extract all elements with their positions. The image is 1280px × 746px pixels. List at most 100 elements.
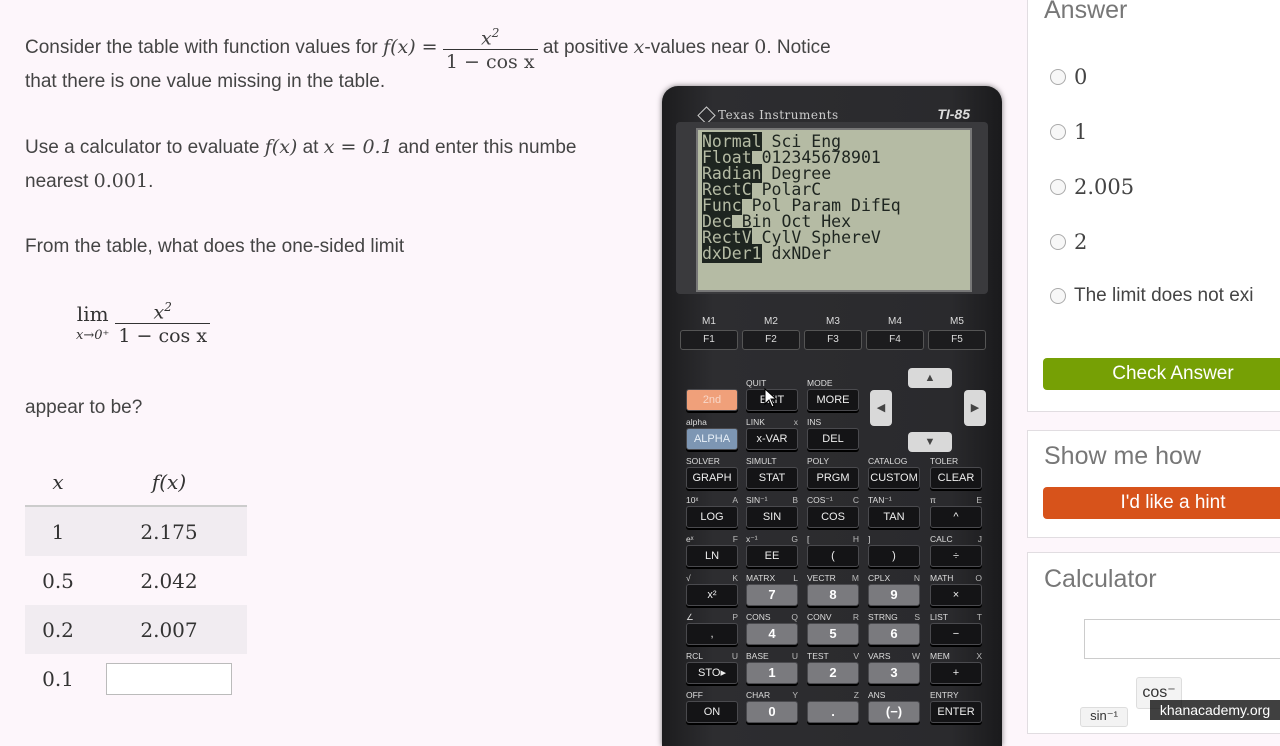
key-cell-del: INS DEL	[807, 417, 859, 450]
arrow-right-key[interactable]: ▶	[964, 390, 986, 426]
sin-key[interactable]: SIN	[746, 506, 798, 528]
del-key[interactable]: DEL	[807, 428, 859, 450]
key-secondary-labels: MATRX L	[746, 573, 798, 584]
stat-key[interactable]: STAT	[746, 467, 798, 489]
key-2nd-label: MODE	[807, 378, 833, 388]
radio-button[interactable]	[1050, 124, 1066, 140]
option-label: 1	[1074, 120, 1088, 144]
function-values-table: x f(x) 1 2.175 0.5 2.042 0.2 2.007 0.1	[25, 458, 247, 703]
key-2nd-label: √	[686, 573, 691, 583]
custom-key[interactable]: CUSTOM	[868, 467, 920, 489]
question-paragraph-1: Consider the table with function values …	[25, 22, 831, 74]
check-answer-button[interactable]: Check Answer	[1043, 358, 1280, 390]
sq-key[interactable]: x²	[686, 584, 738, 606]
answer-option[interactable]: 2.005	[1050, 175, 1134, 199]
key-2nd-label: ]	[868, 534, 871, 544]
f2-key[interactable]: F2	[742, 330, 800, 350]
add-key[interactable]: +	[930, 662, 982, 684]
radio-button[interactable]	[1050, 69, 1066, 85]
f5-key[interactable]: F5	[928, 330, 986, 350]
f4-key[interactable]: F4	[866, 330, 924, 350]
tan-key[interactable]: TAN	[868, 506, 920, 528]
arrow-up-key[interactable]: ▲	[908, 368, 952, 388]
fraction-numerator: x	[481, 27, 492, 50]
rpar-key[interactable]: )	[868, 545, 920, 567]
sub-key[interactable]: −	[930, 623, 982, 645]
k9-key[interactable]: 9	[868, 584, 920, 606]
mouse-cursor-icon	[764, 388, 778, 408]
option-label: 2	[1074, 230, 1088, 254]
f3-key[interactable]: F3	[804, 330, 862, 350]
k4-key[interactable]: 4	[746, 623, 798, 645]
key-cell-div: CALC J ÷	[930, 534, 982, 567]
radio-button[interactable]	[1050, 288, 1066, 304]
key-2nd-label: POLY	[807, 456, 830, 466]
key-2nd-label: ANS	[868, 690, 886, 700]
k1-key[interactable]: 1	[746, 662, 798, 684]
key-alpha-label: T	[976, 612, 982, 622]
mul-key[interactable]: ×	[930, 584, 982, 606]
k6-key[interactable]: 6	[868, 623, 920, 645]
arrow-down-key[interactable]: ▼	[908, 432, 952, 452]
key-alpha-label: O	[975, 573, 982, 583]
key-secondary-labels: ANS	[868, 690, 920, 701]
k8-key[interactable]: 8	[807, 584, 859, 606]
calculator-input[interactable]	[1084, 619, 1280, 659]
radio-button[interactable]	[1050, 179, 1066, 195]
f1-key[interactable]: F1	[680, 330, 738, 350]
ln-key[interactable]: LN	[686, 545, 738, 567]
k5-key[interactable]: 5	[807, 623, 859, 645]
alpha-key[interactable]: ALPHA	[686, 428, 738, 450]
key-secondary-labels: alpha	[686, 417, 738, 428]
key-alpha-label: N	[913, 573, 920, 583]
key-2nd-label: BASE	[746, 651, 769, 661]
key-2nd-label: ∠	[686, 612, 694, 622]
key-cell-comma: ∠ P,	[686, 612, 738, 645]
key-secondary-labels: TAN⁻¹	[868, 495, 920, 506]
cell-fx: 2.175	[91, 506, 247, 556]
key-cell-k2: TEST V 2	[807, 651, 859, 684]
cos-key[interactable]: COS	[807, 506, 859, 528]
div-key[interactable]: ÷	[930, 545, 982, 567]
key-secondary-labels: eˣ F	[686, 534, 738, 545]
key-cell-k2nd: 2nd	[686, 378, 738, 411]
ee-key[interactable]: EE	[746, 545, 798, 567]
pow-key[interactable]: ^	[930, 506, 982, 528]
calculator-model: TI-85	[937, 106, 970, 122]
numerator-exponent: 2	[491, 26, 500, 40]
more-key[interactable]: MORE	[807, 389, 859, 411]
k3-key[interactable]: 3	[868, 662, 920, 684]
limit-subscript: x→0⁺	[76, 327, 110, 343]
answer-option[interactable]: 1	[1050, 120, 1087, 144]
key-2nd-label: CONV	[807, 612, 832, 622]
answer-option[interactable]: 0	[1050, 65, 1087, 89]
hint-button[interactable]: I'd like a hint	[1043, 487, 1280, 519]
sto-key[interactable]: STO▸	[686, 662, 738, 684]
k2nd-key[interactable]: 2nd	[686, 389, 738, 411]
xvar-key[interactable]: x-VAR	[746, 428, 798, 450]
key-secondary-labels: STRNG S	[868, 612, 920, 623]
key-secondary-labels: CPLX N	[868, 573, 920, 584]
answer-option[interactable]: The limit does not exi	[1050, 285, 1254, 307]
prgm-key[interactable]: PRGM	[807, 467, 859, 489]
lpar-key[interactable]: (	[807, 545, 859, 567]
key-secondary-labels: ∠ P	[686, 612, 738, 623]
sin-inverse-key[interactable]: sin⁻¹	[1080, 707, 1128, 727]
comma-key[interactable]: ,	[686, 623, 738, 645]
arrow-left-key[interactable]: ◀	[870, 390, 892, 426]
radio-button[interactable]	[1050, 234, 1066, 250]
key-secondary-labels: MATH O	[930, 573, 982, 584]
key-secondary-labels: SIMULT	[746, 456, 798, 467]
key-cell-custom: CATALOG CUSTOM	[868, 456, 920, 489]
table-row: 0.2 2.007	[25, 605, 247, 654]
key-2nd-label: MEM	[930, 651, 950, 661]
answer-option[interactable]: 2	[1050, 230, 1087, 254]
clear-key[interactable]: CLEAR	[930, 467, 982, 489]
graph-key[interactable]: GRAPH	[686, 467, 738, 489]
k2-key[interactable]: 2	[807, 662, 859, 684]
cell-x: 0.5	[42, 568, 74, 593]
missing-value-input[interactable]	[106, 662, 232, 695]
key-cell-add: MEM X +	[930, 651, 982, 684]
k7-key[interactable]: 7	[746, 584, 798, 606]
log-key[interactable]: LOG	[686, 506, 738, 528]
